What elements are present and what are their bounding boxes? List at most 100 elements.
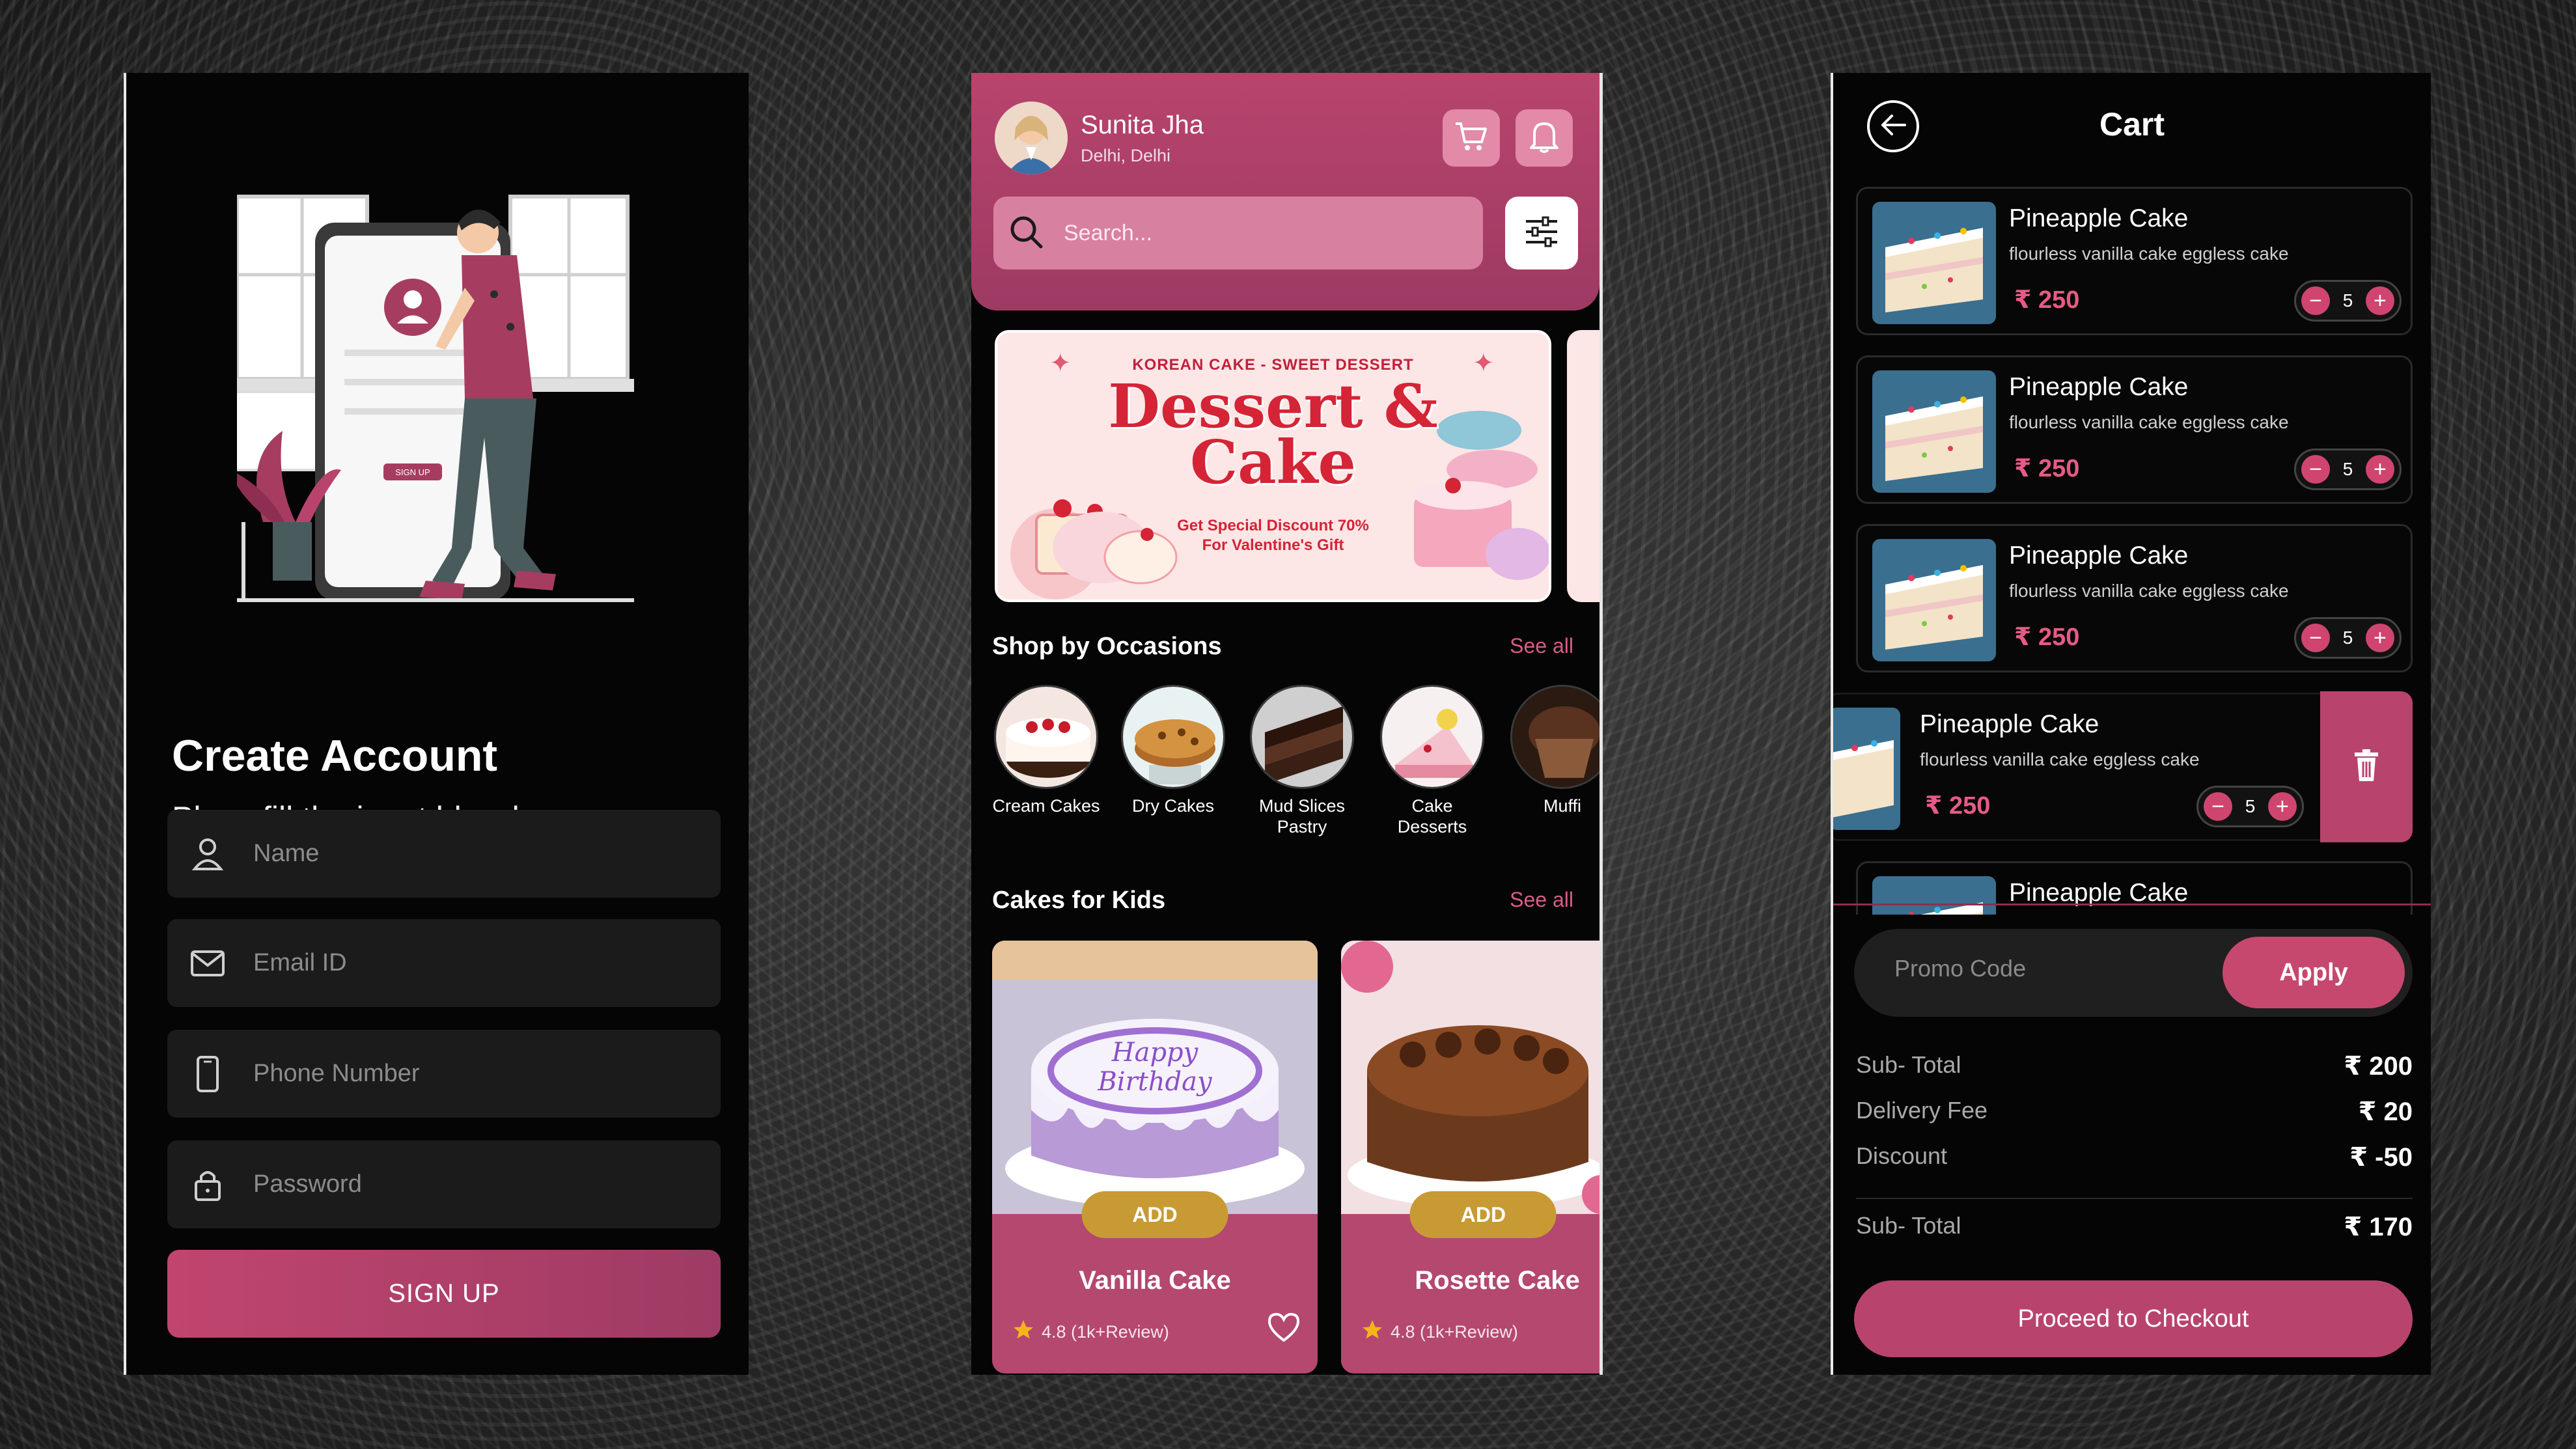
product-image	[1872, 370, 1996, 493]
occasion-label: Dry Cakes	[1131, 796, 1215, 816]
increase-button[interactable]: +	[2365, 624, 2394, 652]
product-price: ₹ 250	[2014, 624, 2080, 651]
notification-button[interactable]	[1516, 109, 1573, 167]
signup-title: Create Account	[172, 731, 498, 780]
total-value: ₹ 170	[2344, 1213, 2413, 1241]
promo-banner[interactable]: ✦ ✦ KOREAN CAKE - SWEET DESSERT Dessert …	[995, 330, 1551, 602]
decrease-button[interactable]: −	[2301, 624, 2330, 652]
next-banner-peek[interactable]	[1567, 330, 1600, 602]
rating-text: 4.8 (1k+Review)	[1042, 1322, 1169, 1342]
summary-label: Sub- Total	[1856, 1051, 1961, 1078]
star-icon	[1361, 1318, 1384, 1346]
mail-icon	[188, 944, 227, 983]
quantity-value: 5	[2342, 459, 2353, 479]
home-screen: Sunita Jha Delhi, Delhi Search... ✦ ✦ KO…	[971, 73, 1603, 1375]
product-card-vanilla-cake[interactable]: Happy Birthday ADD Vanilla Cake 4.8 (1k+…	[992, 941, 1318, 1373]
cart-button[interactable]	[1443, 109, 1500, 167]
decrease-button[interactable]: −	[2204, 792, 2232, 821]
occasion-label: Cream Cakes	[992, 796, 1100, 816]
cart-item[interactable]: Pineapple Cake flourless vanilla cake eg…	[1856, 355, 2413, 504]
decrease-button[interactable]: −	[2301, 455, 2330, 484]
bell-icon	[1529, 120, 1559, 157]
product-card-rosette-cake[interactable]: ADD Rosette Cake 4.8 (1k+Review)	[1341, 941, 1600, 1373]
rosette-cake-image	[1341, 941, 1600, 1214]
occasion-item-cake-desserts[interactable]: Cake Desserts	[1377, 685, 1488, 837]
product-description: flourless vanilla cake eggless cake	[2009, 581, 2289, 601]
search-icon	[1008, 214, 1044, 253]
product-image	[1872, 539, 1996, 661]
name-placeholder: Name	[253, 840, 320, 867]
cart-item[interactable]: Pineapple Cake flourless vanilla cake eg…	[1856, 524, 2413, 672]
search-input[interactable]	[1064, 220, 1454, 246]
occasion-image	[1380, 685, 1484, 789]
checkout-button[interactable]: Proceed to Checkout	[1854, 1280, 2413, 1357]
user-location: Delhi, Delhi	[1081, 146, 1171, 165]
product-rating: 4.8 (1k+Review)	[1012, 1318, 1169, 1346]
banner-title-line2: Cake	[1189, 427, 1357, 497]
occasion-item-cream-cakes[interactable]: Cream Cakes	[991, 685, 1101, 816]
cart-item-swiped[interactable]: Pineapple Cake flourless vanilla cake eg…	[1833, 693, 2334, 841]
increase-button[interactable]: +	[2365, 286, 2394, 315]
star-icon	[1012, 1318, 1035, 1346]
occasions-see-all-link[interactable]: See all	[1510, 634, 1573, 658]
cart-item-partial[interactable]: Pineapple Cake	[1856, 861, 2413, 915]
heart-icon[interactable]	[1267, 1312, 1301, 1346]
kids-title: Cakes for Kids	[992, 887, 1166, 914]
apply-button[interactable]: Apply	[2223, 937, 2405, 1008]
product-description: flourless vanilla cake eggless cake	[1920, 749, 2200, 769]
avatar[interactable]	[995, 102, 1068, 174]
occasions-title: Shop by Occasions	[992, 633, 1222, 660]
password-placeholder: Password	[253, 1170, 362, 1198]
cart-title: Cart	[2099, 106, 2165, 143]
lock-icon	[188, 1165, 227, 1204]
phone-field[interactable]: Phone Number	[167, 1030, 721, 1118]
increase-button[interactable]: +	[2365, 455, 2394, 484]
product-name: Rosette Cake	[1415, 1266, 1580, 1295]
quantity-stepper: − 5 +	[2294, 617, 2402, 659]
summary-value: ₹ -50	[2349, 1143, 2413, 1172]
add-to-cart-button[interactable]: ADD	[1081, 1191, 1228, 1238]
cart-item[interactable]: Pineapple Cake flourless vanilla cake eg…	[1856, 187, 2413, 335]
product-price: ₹ 250	[2014, 286, 2080, 314]
occasion-image	[1121, 685, 1225, 789]
add-to-cart-button[interactable]: ADD	[1409, 1191, 1557, 1238]
filter-button[interactable]	[1505, 197, 1578, 269]
occasion-item-dry-cakes[interactable]: Dry Cakes	[1118, 685, 1228, 816]
summary-label: Discount	[1856, 1142, 1948, 1169]
signup-button[interactable]: SIGN UP	[167, 1250, 721, 1338]
quantity-stepper: − 5 +	[2196, 786, 2304, 827]
occasion-image	[994, 685, 1098, 789]
summary-divider	[1856, 1198, 2413, 1199]
promo-code-input[interactable]	[1894, 955, 2220, 982]
kids-see-all-link[interactable]: See all	[1510, 888, 1573, 912]
product-description: flourless vanilla cake eggless cake	[2009, 412, 2289, 432]
search-bar[interactable]	[993, 197, 1483, 269]
summary-subtotal-row: Sub- Total ₹ 200	[1856, 1051, 2413, 1081]
promo-code-field[interactable]: Apply	[1854, 929, 2413, 1017]
illustration-signup-text: SIGN UP	[395, 467, 430, 477]
name-field[interactable]: Name	[167, 810, 721, 898]
vanilla-cake-image: Happy Birthday	[992, 941, 1318, 1214]
total-label: Sub- Total	[1856, 1212, 1961, 1239]
decrease-button[interactable]: −	[2301, 286, 2330, 315]
email-field[interactable]: Email ID	[167, 919, 721, 1007]
quantity-value: 5	[2342, 628, 2353, 648]
cake-text-birthday: Birthday	[1097, 1067, 1213, 1097]
phone-placeholder: Phone Number	[253, 1060, 420, 1087]
summary-value: ₹ 200	[2344, 1052, 2413, 1081]
trash-icon	[2352, 749, 2381, 786]
banner-sub-line1: Get Special Discount 70%	[1177, 517, 1369, 534]
product-name: Pineapple Cake	[2009, 542, 2189, 570]
quantity-value: 5	[2342, 290, 2353, 310]
occasion-item-mud-slices[interactable]: Mud Slices Pastry	[1247, 685, 1357, 837]
occasion-item-muffins[interactable]: Muffi	[1507, 685, 1600, 816]
delete-item-button[interactable]	[2320, 691, 2413, 842]
occasion-image	[1250, 685, 1354, 789]
user-name: Sunita Jha	[1081, 111, 1204, 139]
banner-subtitle: Get Special Discount 70% For Valentine's…	[997, 516, 1549, 555]
occasion-label: Mud Slices Pastry	[1258, 796, 1346, 836]
password-field[interactable]: Password	[167, 1140, 721, 1228]
summary-value: ₹ 20	[2358, 1097, 2413, 1126]
increase-button[interactable]: +	[2267, 792, 2297, 821]
quantity-stepper: − 5 +	[2294, 448, 2402, 490]
